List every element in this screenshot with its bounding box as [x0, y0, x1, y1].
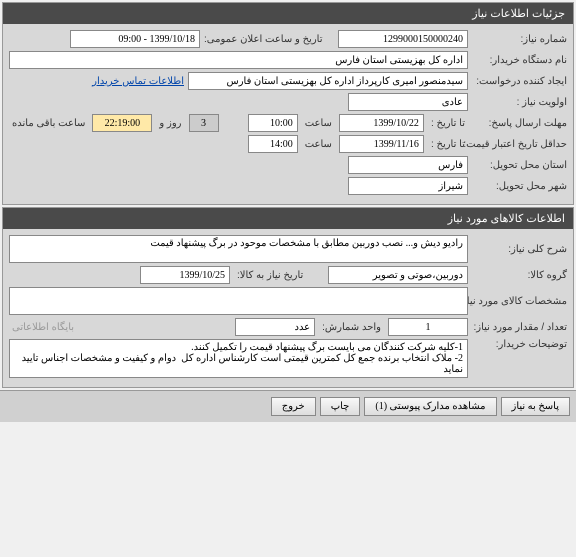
quantity-field[interactable]: [388, 318, 468, 336]
row-min-price-date: حداقل تاریخ اعتبار قیمت: تا تاریخ : ساعت: [9, 135, 567, 153]
time-label-1: ساعت: [302, 118, 335, 129]
panel2-body: شرح کلی نیاز: گروه کالا: تاریخ نیاز به ک…: [3, 229, 573, 387]
quantity-label: تعداد / مقدار مورد نیاز:: [472, 322, 567, 333]
panel1-header: جزئیات اطلاعات نیاز: [3, 3, 573, 24]
goods-spec-label: مشخصات کالای مورد نیاز:: [472, 296, 567, 307]
buyer-notes-field[interactable]: [9, 339, 468, 378]
min-price-until-label: تا تاریخ :: [428, 139, 468, 150]
barcode-label: بایگاه اطلاعاتی: [9, 322, 77, 333]
row-buyer-org: نام دستگاه خریدار:: [9, 51, 567, 69]
min-price-date-label: حداقل تاریخ اعتبار قیمت:: [472, 139, 567, 150]
view-attachments-button[interactable]: مشاهده مدارک پیوستی (1): [364, 397, 496, 416]
until-time-field[interactable]: [248, 114, 298, 132]
general-desc-field[interactable]: [9, 235, 468, 263]
goods-group-label: گروه کالا:: [472, 270, 567, 281]
exit-button[interactable]: خروج: [271, 397, 316, 416]
days-remaining-field: [189, 114, 219, 132]
goods-info-panel: اطلاعات کالاهای مورد نیاز شرح کلی نیاز: …: [2, 207, 574, 388]
row-requester: ایجاد کننده درخواست: اطلاعات تماس خریدار: [9, 72, 567, 90]
public-datetime-label: تاریخ و ساعت اعلان عمومی:: [204, 34, 334, 45]
row-general-desc: شرح کلی نیاز:: [9, 235, 567, 263]
goods-group-field[interactable]: [328, 266, 468, 284]
need-until-field[interactable]: [140, 266, 230, 284]
deadline-label: مهلت ارسال پاسخ:: [472, 118, 567, 129]
row-priority: اولویت نیاز :: [9, 93, 567, 111]
row-delivery-province: استان محل تحویل:: [9, 156, 567, 174]
panel2-header: اطلاعات کالاهای مورد نیاز: [3, 208, 573, 229]
row-delivery-city: شهر محل تحویل:: [9, 177, 567, 195]
days-label: روز و: [156, 118, 184, 129]
unit-label: واحد شمارش:: [319, 322, 384, 333]
until-date-field[interactable]: [339, 114, 424, 132]
need-number-field[interactable]: [338, 30, 468, 48]
action-buttons-row: پاسخ به نیاز مشاهده مدارک پیوستی (1) چاپ…: [0, 390, 576, 422]
buyer-org-field[interactable]: [9, 51, 468, 69]
time-label-2: ساعت: [302, 139, 335, 150]
print-button[interactable]: چاپ: [320, 397, 361, 416]
need-details-panel: جزئیات اطلاعات نیاز شماره نیاز: تاریخ و …: [2, 2, 574, 205]
delivery-city-label: شهر محل تحویل:: [472, 181, 567, 192]
buyer-org-label: نام دستگاه خریدار:: [472, 55, 567, 66]
need-until-label: تاریخ نیاز به کالا:: [234, 270, 324, 281]
reply-button[interactable]: پاسخ به نیاز: [501, 397, 571, 416]
row-need-number: شماره نیاز: تاریخ و ساعت اعلان عمومی:: [9, 30, 567, 48]
until-date-label: تا تاریخ :: [428, 118, 468, 129]
priority-field[interactable]: [348, 93, 468, 111]
row-goods-spec: مشخصات کالای مورد نیاز:: [9, 287, 567, 315]
min-price-time-field[interactable]: [248, 135, 298, 153]
unit-field[interactable]: [235, 318, 315, 336]
remaining-label: ساعت باقی مانده: [9, 118, 88, 129]
row-goods-group: گروه کالا: تاریخ نیاز به کالا:: [9, 266, 567, 284]
buyer-contact-link[interactable]: اطلاعات تماس خریدار: [92, 76, 184, 87]
priority-label: اولویت نیاز :: [472, 97, 567, 108]
time-remaining-field: [92, 114, 152, 132]
need-number-label: شماره نیاز:: [472, 34, 567, 45]
row-buyer-notes: توضیحات خریدار:: [9, 339, 567, 378]
buyer-notes-label: توضیحات خریدار:: [472, 339, 567, 350]
requester-field[interactable]: [188, 72, 468, 90]
delivery-province-field[interactable]: [348, 156, 468, 174]
general-desc-label: شرح کلی نیاز:: [472, 244, 567, 255]
panel1-body: شماره نیاز: تاریخ و ساعت اعلان عمومی: نا…: [3, 24, 573, 204]
delivery-city-field[interactable]: [348, 177, 468, 195]
row-quantity: تعداد / مقدار مورد نیاز: واحد شمارش: بای…: [9, 318, 567, 336]
min-price-date-field[interactable]: [339, 135, 424, 153]
goods-spec-field[interactable]: [9, 287, 468, 315]
requester-label: ایجاد کننده درخواست:: [472, 76, 567, 87]
delivery-province-label: استان محل تحویل:: [472, 160, 567, 171]
row-deadline: مهلت ارسال پاسخ: تا تاریخ : ساعت روز و س…: [9, 114, 567, 132]
public-datetime-field[interactable]: [70, 30, 200, 48]
